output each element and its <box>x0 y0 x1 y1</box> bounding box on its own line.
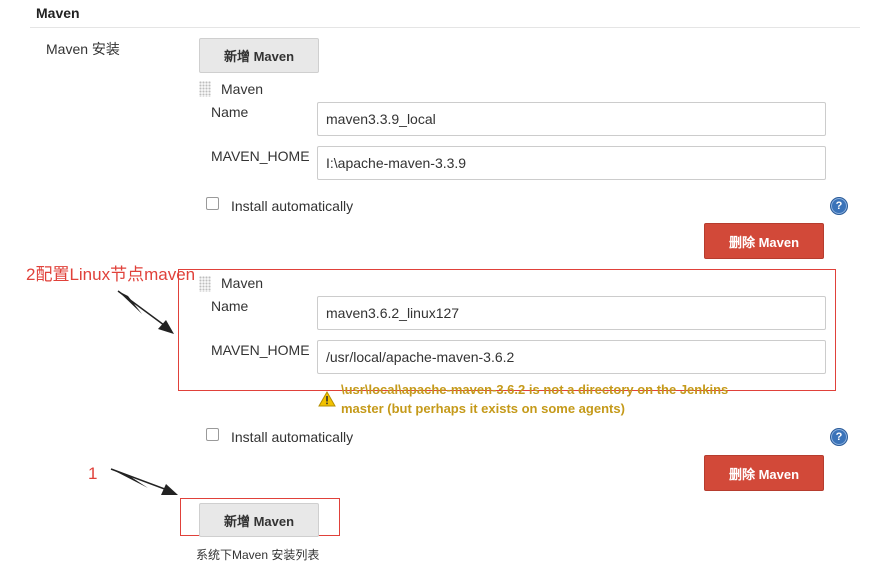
name-input[interactable] <box>317 102 826 136</box>
warning-line-1: \usr\local\apache-maven-3.6.2 is not a d… <box>341 382 729 397</box>
annotation-note-1: 1 <box>88 464 98 483</box>
help-icon[interactable]: ? <box>830 428 848 446</box>
install-automatically-label: Install automatically <box>231 429 354 445</box>
maven-home-input[interactable] <box>317 146 826 180</box>
delete-maven-button[interactable]: 删除 Maven <box>704 455 824 491</box>
warning-icon <box>318 391 336 407</box>
name-input[interactable] <box>317 296 826 330</box>
add-maven-button-bottom[interactable]: 新增 Maven <box>199 503 319 537</box>
maven-home-label: MAVEN_HOME <box>211 342 310 358</box>
add-maven-button-top[interactable]: 新增 Maven <box>199 38 319 73</box>
drag-handle-icon[interactable] <box>199 81 213 99</box>
name-label: Name <box>211 104 249 120</box>
install-automatically-label: Install automatically <box>231 198 354 214</box>
install-automatically-checkbox[interactable] <box>206 428 219 441</box>
arrow-icon <box>117 290 174 334</box>
drag-handle-icon[interactable] <box>199 276 213 294</box>
maven-home-warning: \usr\local\apache-maven-3.6.2 is not a d… <box>341 380 811 418</box>
maven-home-label: MAVEN_HOME <box>211 148 310 164</box>
maven-home-input[interactable] <box>317 340 826 374</box>
installation-header: Maven <box>221 81 264 97</box>
install-automatically-checkbox[interactable] <box>206 197 219 210</box>
arrow-icon <box>110 468 178 495</box>
delete-maven-button[interactable]: 删除 Maven <box>704 223 824 259</box>
annotation-note-2: 2配置Linux节点maven <box>26 265 196 284</box>
maven-installs-label: Maven 安装 <box>46 41 120 57</box>
name-label: Name <box>211 298 249 314</box>
installation-header: Maven <box>221 275 264 291</box>
help-icon[interactable]: ? <box>830 197 848 215</box>
section-title: Maven <box>36 5 80 21</box>
section-divider <box>30 27 860 28</box>
maven-list-description: 系统下Maven 安装列表 <box>196 548 320 562</box>
warning-line-2: master (but perhaps it exists on some ag… <box>341 401 625 416</box>
